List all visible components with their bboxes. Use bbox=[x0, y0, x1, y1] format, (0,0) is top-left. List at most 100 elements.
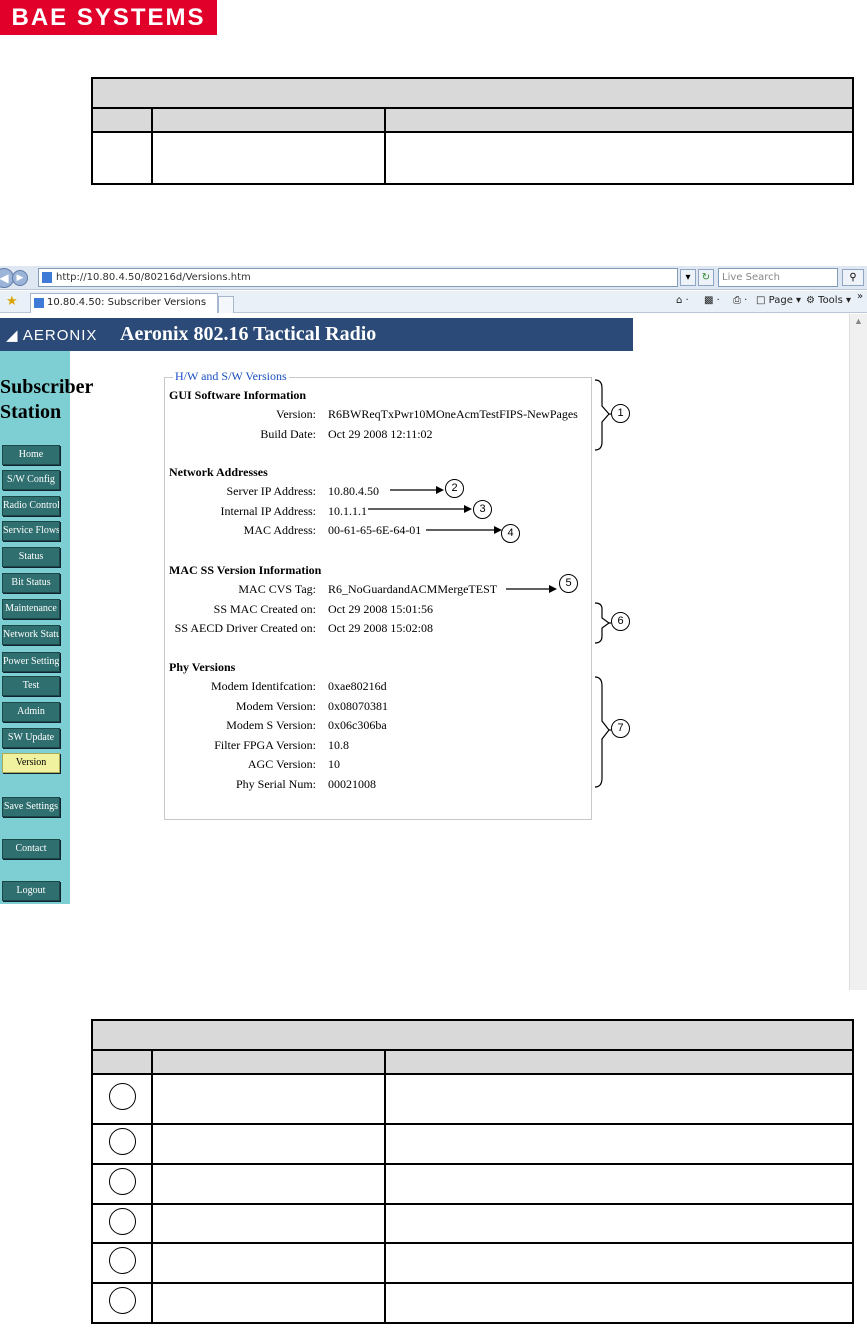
page-icon bbox=[42, 272, 52, 283]
field-label: Phy Serial Num: bbox=[236, 776, 316, 791]
callout-2: 2 bbox=[445, 479, 464, 498]
sidebar: Subscriber Station Home S/W Config Radio C… bbox=[0, 351, 93, 904]
field-value: 0xae80216d bbox=[328, 679, 387, 693]
table-title-row bbox=[90, 77, 855, 109]
table-row bbox=[91, 1073, 855, 1125]
row-circle bbox=[108, 1128, 136, 1155]
field-label: Server IP Address: bbox=[226, 484, 316, 498]
callout-6: 6 bbox=[611, 612, 630, 631]
brace-6 bbox=[594, 602, 611, 644]
section-heading-gui: GUI Software Information bbox=[169, 388, 307, 402]
scroll-up-icon[interactable]: ▲ bbox=[854, 316, 863, 326]
sidebar-item-contact[interactable]: Contact bbox=[2, 839, 60, 859]
sidebar-item-service-flows[interactable]: Service Flows bbox=[2, 521, 60, 541]
brace-7 bbox=[594, 676, 610, 788]
section-heading-network: Network Addresses bbox=[169, 465, 268, 479]
table-header-row bbox=[91, 107, 855, 133]
table-row bbox=[91, 1163, 855, 1205]
field-label: SS AECD Driver Created on: bbox=[174, 621, 316, 635]
section-heading-macss: MAC SS Version Information bbox=[169, 563, 322, 577]
sidebar-item-network-status[interactable]: Network Status bbox=[2, 625, 60, 645]
bottom-document-table bbox=[90, 1019, 855, 1324]
field-label: Version: bbox=[276, 407, 316, 421]
field-value: 00021008 bbox=[328, 776, 376, 791]
sidebar-item-home[interactable]: Home bbox=[2, 445, 60, 465]
sidebar-item-test[interactable]: Test bbox=[2, 676, 60, 696]
field-value: 00-61-65-6E-64-01 bbox=[328, 523, 422, 537]
sidebar-item-power-settings[interactable]: Power Settings bbox=[2, 652, 60, 672]
app-banner: ◢ AERONIX Aeronix 802.16 Tactical Radio bbox=[0, 318, 633, 351]
field-value: R6BWReqTxPwr10MOneAcmTestFIPS-NewPages bbox=[328, 407, 578, 421]
callout-4: 4 bbox=[501, 524, 520, 543]
tools-menu[interactable]: ⚙ Tools ▾ bbox=[806, 295, 851, 306]
field-label: SS MAC Created on: bbox=[213, 601, 316, 616]
field-label: Filter FPGA Version: bbox=[214, 737, 316, 752]
sidebar-item-logout[interactable]: Logout bbox=[2, 881, 60, 901]
page-menu[interactable]: □ Page ▾ bbox=[756, 295, 801, 306]
sidebar-item-version[interactable]: Version bbox=[2, 753, 60, 773]
field-value: Oct 29 2008 15:02:08 bbox=[328, 621, 433, 635]
section-heading-phy: Phy Versions bbox=[169, 660, 236, 674]
tab-bar: ★ 10.80.4.50: Subscriber Versions ⌂ · ▩ … bbox=[0, 291, 867, 313]
home-icon[interactable]: ⌂ · bbox=[676, 295, 689, 306]
callout-1: 1 bbox=[611, 404, 630, 423]
sidebar-item-status[interactable]: Status bbox=[2, 547, 60, 567]
bae-systems-logo: BAE SYSTEMS bbox=[0, 0, 217, 35]
field-value: 10.80.4.50 bbox=[328, 484, 379, 498]
forward-icon[interactable]: ▶ bbox=[12, 270, 28, 286]
table-row bbox=[91, 131, 855, 185]
brace-1 bbox=[594, 379, 610, 451]
sidebar-item-bit-status[interactable]: Bit Status bbox=[2, 573, 60, 593]
sidebar-item-maintenance[interactable]: Maintenance bbox=[2, 599, 60, 619]
favorites-star-icon[interactable]: ★ bbox=[6, 293, 18, 309]
refresh-icon[interactable]: ↻ bbox=[698, 269, 714, 286]
sidebar-item-radio-control[interactable]: Radio Control bbox=[2, 496, 60, 516]
top-document-table bbox=[90, 77, 855, 185]
app-title: Aeronix 802.16 Tactical Radio bbox=[120, 323, 377, 345]
row-circle bbox=[108, 1287, 136, 1314]
table-row bbox=[91, 1203, 855, 1244]
search-icon[interactable]: ⚲ bbox=[842, 269, 864, 286]
versions-panel bbox=[164, 377, 592, 820]
field-label: MAC Address: bbox=[243, 523, 316, 537]
field-value: R6_NoGuardandACMMergeTEST bbox=[328, 582, 498, 596]
row-circle bbox=[108, 1207, 136, 1235]
browser-window: ◀ ▶ http://10.80.4.50/80216d/Versions.ht… bbox=[0, 266, 867, 990]
table-row bbox=[91, 1282, 855, 1324]
tab-subscriber-versions[interactable]: 10.80.4.50: Subscriber Versions bbox=[30, 293, 218, 313]
callout-3: 3 bbox=[473, 500, 492, 519]
row-circle bbox=[108, 1083, 136, 1110]
print-icon[interactable]: ⎙ · bbox=[733, 295, 747, 306]
row-circle bbox=[108, 1168, 136, 1195]
new-tab-button[interactable] bbox=[218, 296, 234, 313]
aeronix-logo: ◢ AERONIX bbox=[6, 327, 98, 344]
station-title: Subscriber Station bbox=[0, 376, 94, 423]
field-label: MAC CVS Tag: bbox=[238, 582, 316, 596]
panel-legend: H/W and S/W Versions bbox=[173, 369, 289, 384]
callout-7: 7 bbox=[611, 719, 630, 738]
field-label: Modem S Version: bbox=[226, 718, 316, 732]
field-value: 10.8 bbox=[328, 737, 349, 752]
field-value: 0x08070381 bbox=[328, 698, 388, 713]
field-label: Modem Identifcation: bbox=[211, 679, 316, 693]
dropdown-icon[interactable]: ▾ bbox=[680, 269, 696, 286]
field-label: Internal IP Address: bbox=[220, 503, 316, 518]
sidebar-item-admin[interactable]: Admin bbox=[2, 702, 60, 722]
field-value: 0x06c306ba bbox=[328, 718, 387, 732]
vertical-scrollbar[interactable]: ▲ bbox=[849, 314, 867, 990]
sidebar-item-save-settings[interactable]: Save Settings bbox=[2, 797, 60, 817]
table-row bbox=[91, 1242, 855, 1284]
callout-5: 5 bbox=[559, 574, 578, 593]
overflow-chevron-icon[interactable]: » bbox=[857, 291, 863, 302]
field-value: Oct 29 2008 12:11:02 bbox=[328, 427, 433, 441]
table-title-cell bbox=[90, 77, 855, 109]
sidebar-item-s-w-config[interactable]: S/W Config bbox=[2, 470, 60, 490]
field-label: AGC Version: bbox=[247, 757, 316, 771]
url-input[interactable]: http://10.80.4.50/80216d/Versions.htm bbox=[38, 268, 678, 287]
search-input[interactable]: Live Search bbox=[718, 268, 838, 287]
feeds-icon[interactable]: ▩ · bbox=[704, 295, 720, 306]
field-value: 10 bbox=[328, 757, 340, 771]
address-bar: ◀ ▶ http://10.80.4.50/80216d/Versions.ht… bbox=[0, 266, 867, 290]
table-title-row bbox=[90, 1019, 855, 1051]
sidebar-item-sw-update[interactable]: SW Update bbox=[2, 728, 60, 748]
